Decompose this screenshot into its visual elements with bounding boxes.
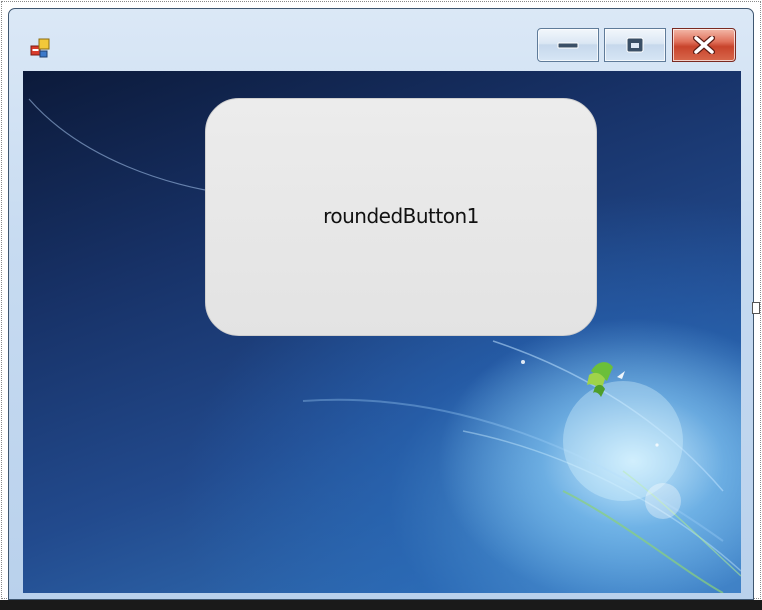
close-icon [693, 36, 715, 54]
form-window: roundedButton1 [8, 8, 754, 600]
close-button[interactable] [672, 28, 736, 62]
title-bar[interactable] [9, 9, 753, 71]
minimize-button[interactable] [537, 28, 599, 62]
app-form-icon[interactable] [29, 35, 55, 61]
rounded-button-label: roundedButton1 [323, 204, 479, 228]
designer-surface: roundedButton1 [0, 0, 762, 610]
rounded-button[interactable]: roundedButton1 [205, 98, 597, 336]
bottom-edge [0, 600, 762, 610]
minimize-icon [557, 42, 579, 49]
designer-resize-handle[interactable] [752, 302, 760, 314]
restore-button[interactable] [604, 28, 666, 62]
form-client-area: roundedButton1 [23, 71, 741, 593]
restore-icon [626, 37, 644, 53]
